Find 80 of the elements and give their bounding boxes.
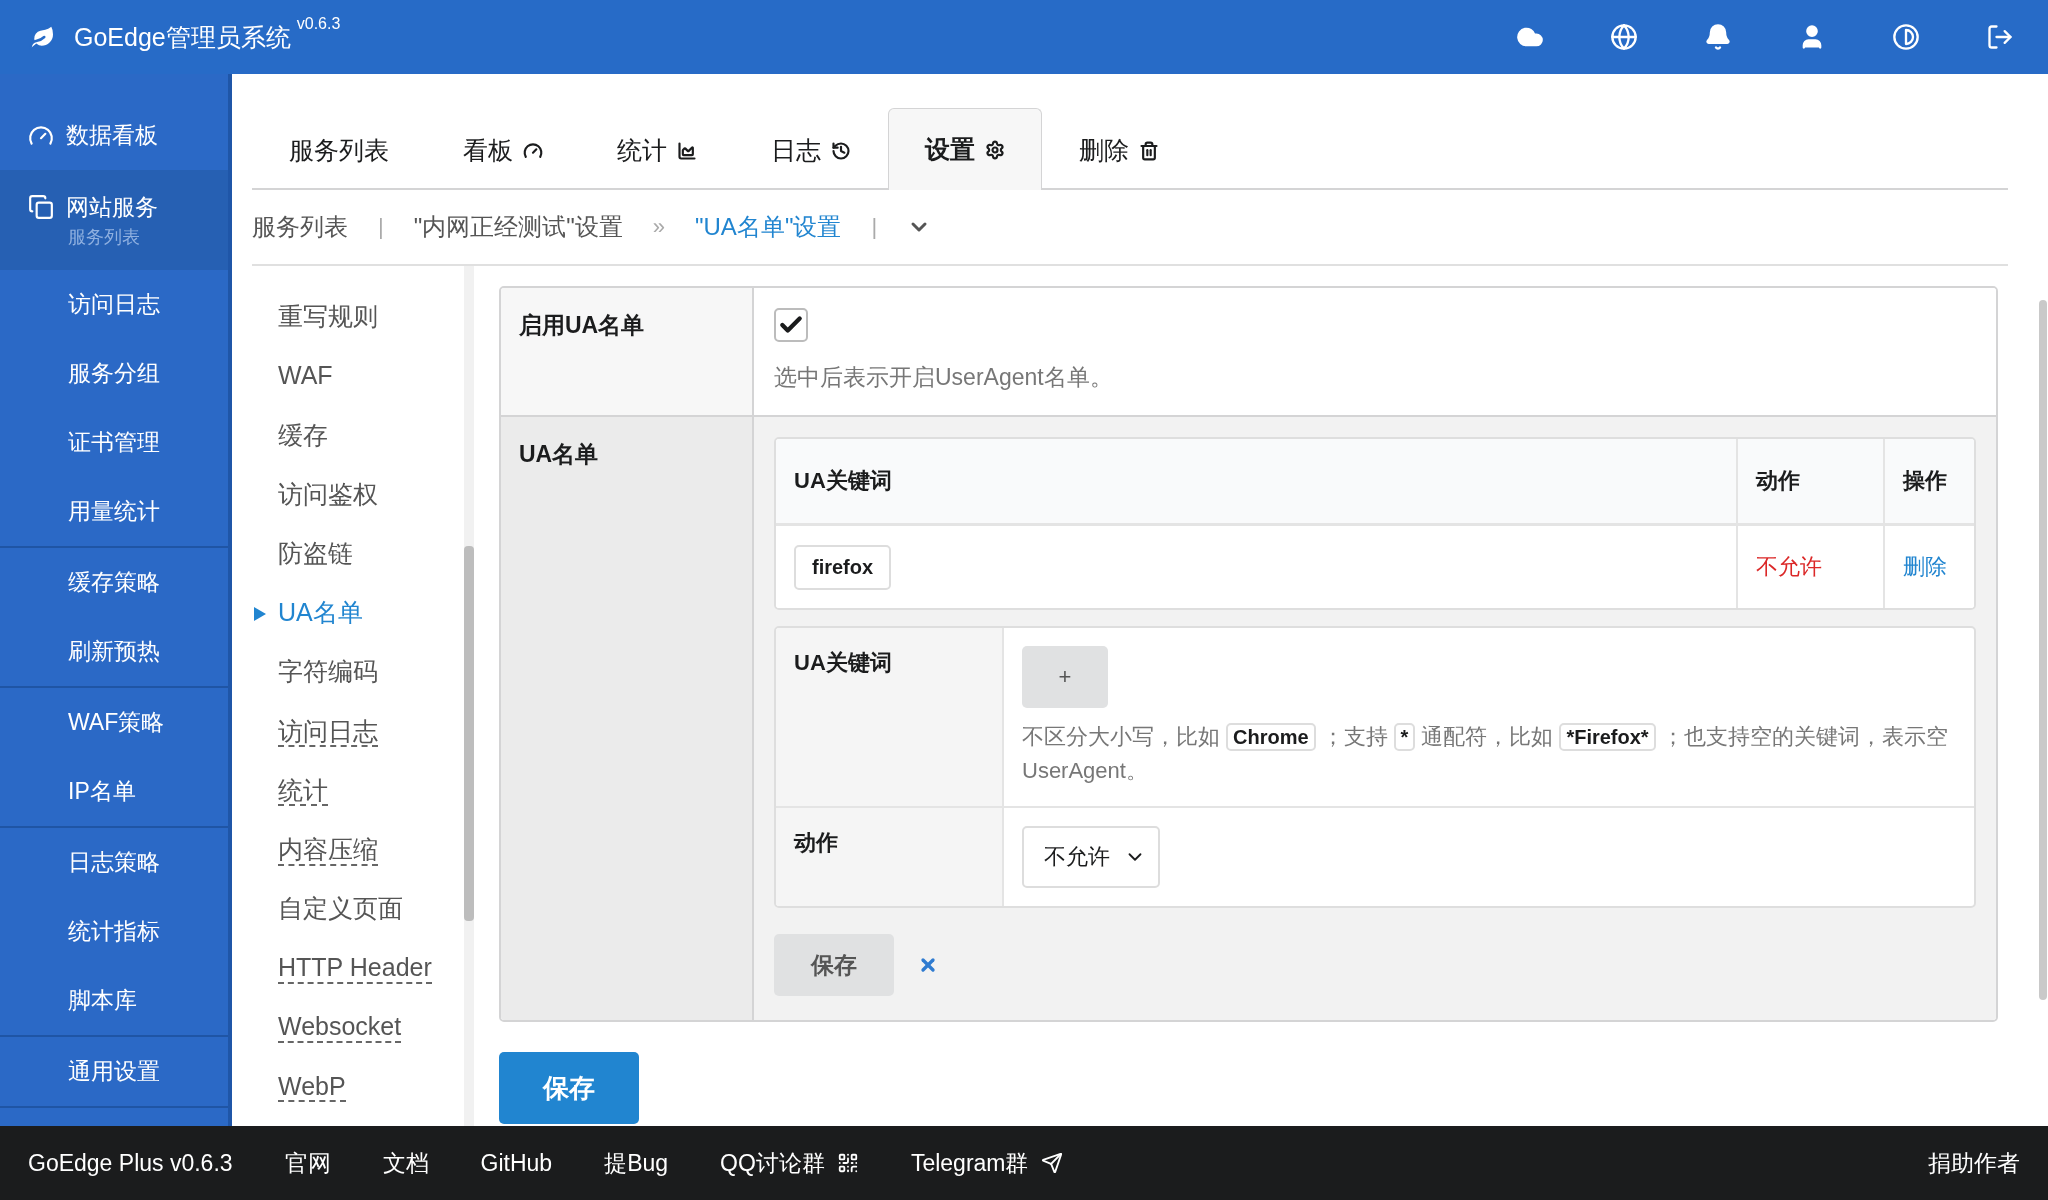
sidebar-item[interactable]: 访问日志 <box>0 270 228 339</box>
submenu-item[interactable]: 字符编码 <box>278 657 378 689</box>
submenu-item[interactable]: 访问鉴权 <box>278 479 378 511</box>
sidebar-item[interactable]: 证书管理 <box>0 408 228 477</box>
footer-link[interactable]: GoEdge Plus v0.6.3 <box>28 1149 233 1177</box>
submenu-item[interactable]: 访问日志 <box>278 716 378 748</box>
submenu-item[interactable]: 防盗链 <box>278 538 353 570</box>
column-header: UA关键词 <box>794 467 892 495</box>
checkbox[interactable] <box>774 308 808 342</box>
submenu-item[interactable]: Websocket <box>278 1012 402 1044</box>
keyword-label: firefox <box>794 544 892 590</box>
footer-link[interactable]: GitHub <box>480 1149 553 1177</box>
submenu-item[interactable]: HTTP Header <box>278 953 432 985</box>
submenu-item[interactable]: 统计 <box>278 775 328 807</box>
sidebar-item[interactable]: 脚本库 <box>0 966 228 1035</box>
sidebar-item[interactable]: IP名单 <box>0 757 228 826</box>
submenu-item[interactable]: WAF <box>278 361 333 393</box>
footer-link[interactable]: 提Bug <box>604 1147 669 1179</box>
submenu-item[interactable]: UA名单 <box>278 598 363 629</box>
bell-icon[interactable] <box>1704 23 1732 51</box>
breadcrumb-separator: | <box>871 214 878 240</box>
sidebar-item[interactable]: 网站服务 服务列表 <box>0 170 228 270</box>
submenu-item[interactable]: WebP <box>278 1071 346 1103</box>
breadcrumb-current[interactable]: "UA名单"设置 <box>695 211 842 243</box>
hint-text: 选中后表示开启UserAgent名单。 <box>774 363 1113 392</box>
tab[interactable]: 服务列表 <box>252 110 426 190</box>
breadcrumb-separator: » <box>652 214 665 240</box>
tab[interactable]: 删除 <box>1042 110 1196 190</box>
gauge-icon <box>523 140 543 161</box>
tab[interactable]: 日志 <box>734 110 888 190</box>
tab[interactable]: 看板 <box>426 110 580 190</box>
qr-code-icon <box>836 1152 859 1174</box>
column-header: 操作 <box>1903 467 1947 495</box>
sidebar-item[interactable]: 用量统计 <box>0 477 228 546</box>
footer-link[interactable]: 捐助作者 <box>1928 1147 2020 1179</box>
logout-icon[interactable] <box>1986 23 2014 51</box>
sidebar-item[interactable]: 服务分组 <box>0 339 228 408</box>
tab[interactable]: 统计 <box>580 110 734 190</box>
send-icon <box>1040 1152 1063 1174</box>
action-select[interactable]: 不允许 <box>1022 826 1160 889</box>
breadcrumb-link[interactable]: 服务列表 <box>252 211 348 243</box>
help-text: 不区分大小写，比如 Chrome ；支持 * 通配符，比如 *Firefox* ；也支持空的关键词，表示空UserAgent。 <box>1022 722 1949 786</box>
add-button[interactable]: + <box>1022 646 1108 708</box>
field-label: 动作 <box>794 830 838 856</box>
sidebar-item[interactable]: 日志策略 <box>0 828 228 897</box>
footer-link[interactable]: 官网 <box>284 1147 331 1179</box>
trash-icon <box>1139 140 1159 161</box>
submenu-item[interactable]: 重写规则 <box>278 302 378 333</box>
submenu-item[interactable]: 自定义页面 <box>278 894 403 925</box>
history-icon <box>831 140 851 161</box>
contrast-icon[interactable] <box>1892 23 1920 51</box>
save-button[interactable]: 保存 <box>774 934 894 997</box>
sidebar-item[interactable]: 刷新预热 <box>0 617 228 686</box>
submenu-item[interactable]: 内容压缩 <box>278 834 378 866</box>
column-header: 动作 <box>1756 467 1800 495</box>
footer-link[interactable]: 文档 <box>382 1147 429 1179</box>
sidebar-item[interactable]: 缓存策略 <box>0 548 228 617</box>
save-button[interactable]: 保存 <box>499 1052 639 1125</box>
submenu-item[interactable]: 缓存 <box>278 420 328 452</box>
footer-link[interactable]: QQ讨论群 <box>720 1147 859 1179</box>
delete-link[interactable]: 删除 <box>1903 552 1947 582</box>
field-label: UA关键词 <box>794 650 892 675</box>
sidebar-item[interactable]: 数据看板 <box>0 101 228 170</box>
sidebar-item[interactable]: WAF策略 <box>0 688 228 757</box>
field-label: UA名单 <box>519 441 599 467</box>
breadcrumb-separator: | <box>378 214 384 240</box>
field-label: 启用UA名单 <box>519 312 645 338</box>
sidebar-item[interactable]: 通用设置 <box>0 1037 228 1106</box>
scrollbar-thumb[interactable] <box>2039 300 2047 1000</box>
sidebar-item[interactable]: 统计指标 <box>0 897 228 966</box>
footer-link[interactable]: Telegram群 <box>910 1147 1063 1179</box>
copy-icon <box>28 194 54 220</box>
table-cell-text: 不允许 <box>1756 553 1822 581</box>
tab[interactable]: 设置 <box>888 108 1042 190</box>
area-chart-icon <box>677 140 697 161</box>
globe-icon[interactable] <box>1610 23 1638 51</box>
triangle-right-icon <box>254 606 266 621</box>
settings-icon <box>985 139 1005 160</box>
breadcrumb-link[interactable]: "内网正经测试"设置 <box>413 211 623 243</box>
scrollbar-thumb[interactable] <box>464 546 474 921</box>
